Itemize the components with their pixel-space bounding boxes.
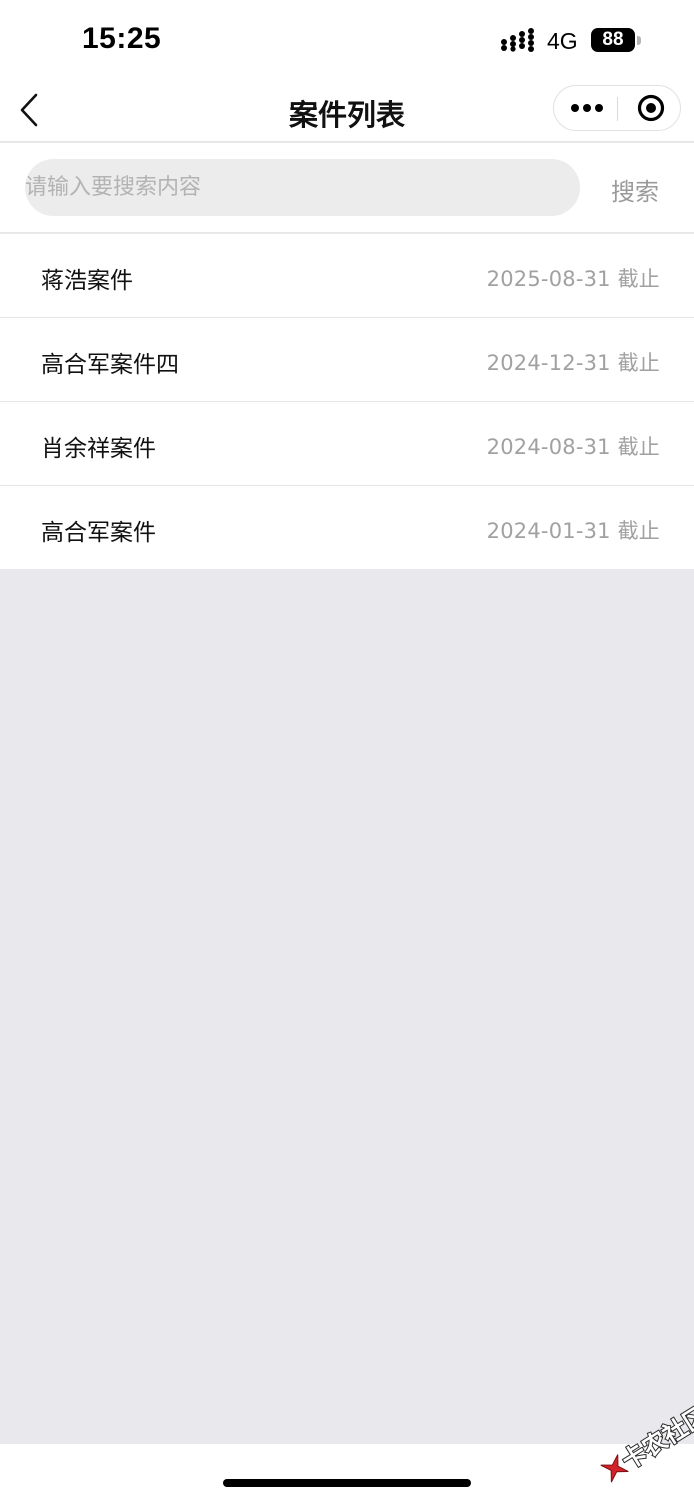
- status-time: 15:25: [82, 22, 162, 55]
- case-deadline: 2025-08-31 截止: [486, 267, 660, 291]
- more-options-icon[interactable]: [554, 86, 618, 130]
- case-deadline: 2024-08-31 截止: [486, 435, 660, 459]
- case-list-item[interactable]: 高合军案件四 2024-12-31 截止: [0, 318, 694, 402]
- battery-icon: 88: [591, 28, 635, 52]
- case-deadline: 2024-01-31 截止: [486, 519, 660, 543]
- case-name: 肖余祥案件: [41, 436, 156, 462]
- case-list-item[interactable]: 高合军案件 2024-01-31 截止: [0, 486, 694, 569]
- case-list-item[interactable]: 肖余祥案件 2024-08-31 截止: [0, 402, 694, 486]
- mini-program-capsule: [553, 85, 681, 131]
- network-type: 4G: [547, 28, 578, 54]
- case-list: 蒋浩案件 2025-08-31 截止 高合军案件四 2024-12-31 截止 …: [0, 234, 694, 569]
- status-bar: 15:25 4G 88: [0, 0, 694, 80]
- signal-strength-icon: [501, 28, 534, 52]
- case-list-item[interactable]: 蒋浩案件 2025-08-31 截止: [0, 234, 694, 318]
- battery-nub: [637, 36, 641, 45]
- case-name: 高合军案件: [41, 520, 156, 546]
- case-name: 蒋浩案件: [41, 268, 133, 294]
- search-button[interactable]: 搜索: [600, 172, 670, 207]
- search-input[interactable]: [25, 159, 580, 216]
- case-name: 高合军案件四: [41, 352, 179, 378]
- search-bar: 搜索: [0, 143, 694, 233]
- case-deadline: 2024-12-31 截止: [486, 351, 660, 375]
- close-mini-program-icon[interactable]: [618, 86, 680, 130]
- navigation-bar: 案件列表: [0, 80, 694, 142]
- home-indicator[interactable]: [223, 1479, 471, 1487]
